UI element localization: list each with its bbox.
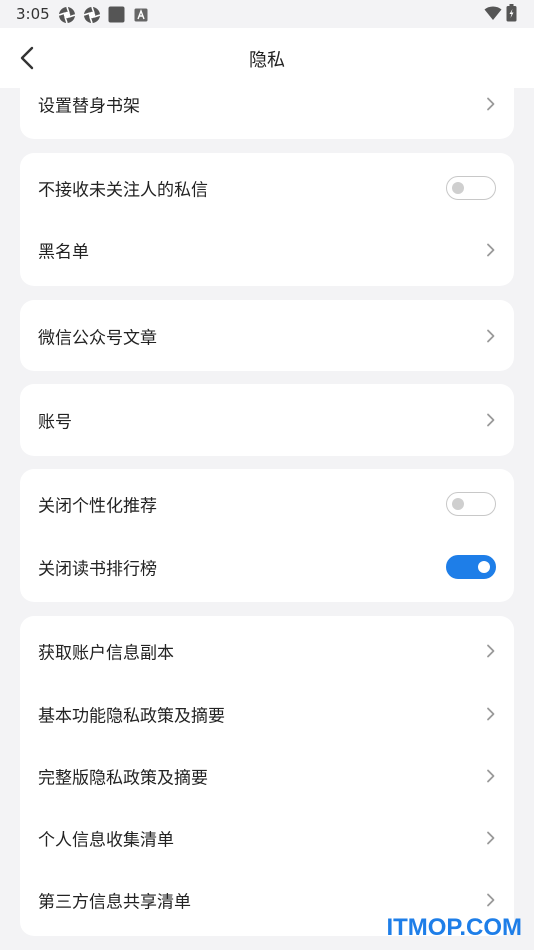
toggle-knob <box>452 498 464 510</box>
chevron-right-icon <box>487 893 495 907</box>
row-wechat-articles[interactable]: 微信公众号文章 <box>20 300 514 371</box>
row-label: 个人信息收集清单 <box>38 830 174 851</box>
row-full-privacy-policy[interactable]: 完整版隐私政策及摘要 <box>20 745 514 807</box>
stranger-messages-toggle[interactable] <box>446 176 496 200</box>
row-blacklist[interactable]: 黑名单 <box>20 219 514 281</box>
status-time: 3:05 <box>16 5 50 23</box>
watermark-logo: ITMOP.COM <box>386 914 522 941</box>
row-label: 关闭个性化推荐 <box>38 496 157 517</box>
row-label: 黑名单 <box>38 242 89 263</box>
square-app-icon <box>108 6 125 23</box>
battery-icon <box>506 4 517 22</box>
row-account-info-copy[interactable]: 获取账户信息副本 <box>20 620 514 682</box>
row-set-substitute-bookshelf[interactable]: 设置替身书架 <box>20 88 514 139</box>
chevron-right-icon <box>487 831 495 845</box>
chevron-right-icon <box>487 413 495 427</box>
row-label: 不接收未关注人的私信 <box>38 180 208 201</box>
row-label: 第三方信息共享清单 <box>38 892 191 913</box>
personalized-recommendation-toggle[interactable] <box>446 492 496 516</box>
card-privacy-docs: 获取账户信息副本 基本功能隐私政策及摘要 完整版隐私政策及摘要 个人信息收集清单… <box>20 616 514 936</box>
chevron-right-icon <box>487 243 495 257</box>
reading-ranking-toggle[interactable] <box>446 555 496 579</box>
card-account: 账号 <box>20 384 514 456</box>
letter-a-icon <box>134 8 148 22</box>
chevron-right-icon <box>487 644 495 658</box>
row-label: 获取账户信息副本 <box>38 643 174 664</box>
row-account[interactable]: 账号 <box>20 384 514 456</box>
row-label: 完整版隐私政策及摘要 <box>38 768 208 789</box>
row-block-stranger-messages[interactable]: 不接收未关注人的私信 <box>20 157 514 219</box>
card-recommendation: 关闭个性化推荐 关闭读书排行榜 <box>20 469 514 602</box>
row-label: 关闭读书排行榜 <box>38 559 157 580</box>
row-disable-reading-ranking[interactable]: 关闭读书排行榜 <box>20 536 514 598</box>
chevron-right-icon <box>487 769 495 783</box>
row-label: 基本功能隐私政策及摘要 <box>38 706 225 727</box>
wifi-icon <box>484 6 502 20</box>
chevron-right-icon <box>487 97 495 110</box>
aperture-icon <box>58 6 76 24</box>
chevron-right-icon <box>487 329 495 342</box>
page-title: 隐私 <box>249 50 285 71</box>
card-bookshelf: 设置替身书架 <box>20 88 514 139</box>
row-personal-info-list[interactable]: 个人信息收集清单 <box>20 807 514 869</box>
settings-list[interactable]: 设置替身书架 不接收未关注人的私信 黑名单 微信公众号文章 账号 关闭个性化推荐 <box>0 88 534 950</box>
toggle-knob <box>478 561 490 573</box>
chevron-right-icon <box>487 707 495 721</box>
row-label: 账号 <box>38 412 72 433</box>
row-label: 微信公众号文章 <box>38 328 157 348</box>
card-messages: 不接收未关注人的私信 黑名单 <box>20 153 514 286</box>
aperture-icon <box>83 6 101 24</box>
row-label: 设置替身书架 <box>38 96 140 116</box>
top-app-bar: 隐私 <box>0 28 534 88</box>
status-bar: 3:05 <box>0 0 534 28</box>
card-wechat: 微信公众号文章 <box>20 300 514 371</box>
row-disable-personalized[interactable]: 关闭个性化推荐 <box>20 473 514 535</box>
row-basic-privacy-policy[interactable]: 基本功能隐私政策及摘要 <box>20 683 514 745</box>
toggle-knob <box>452 182 464 194</box>
